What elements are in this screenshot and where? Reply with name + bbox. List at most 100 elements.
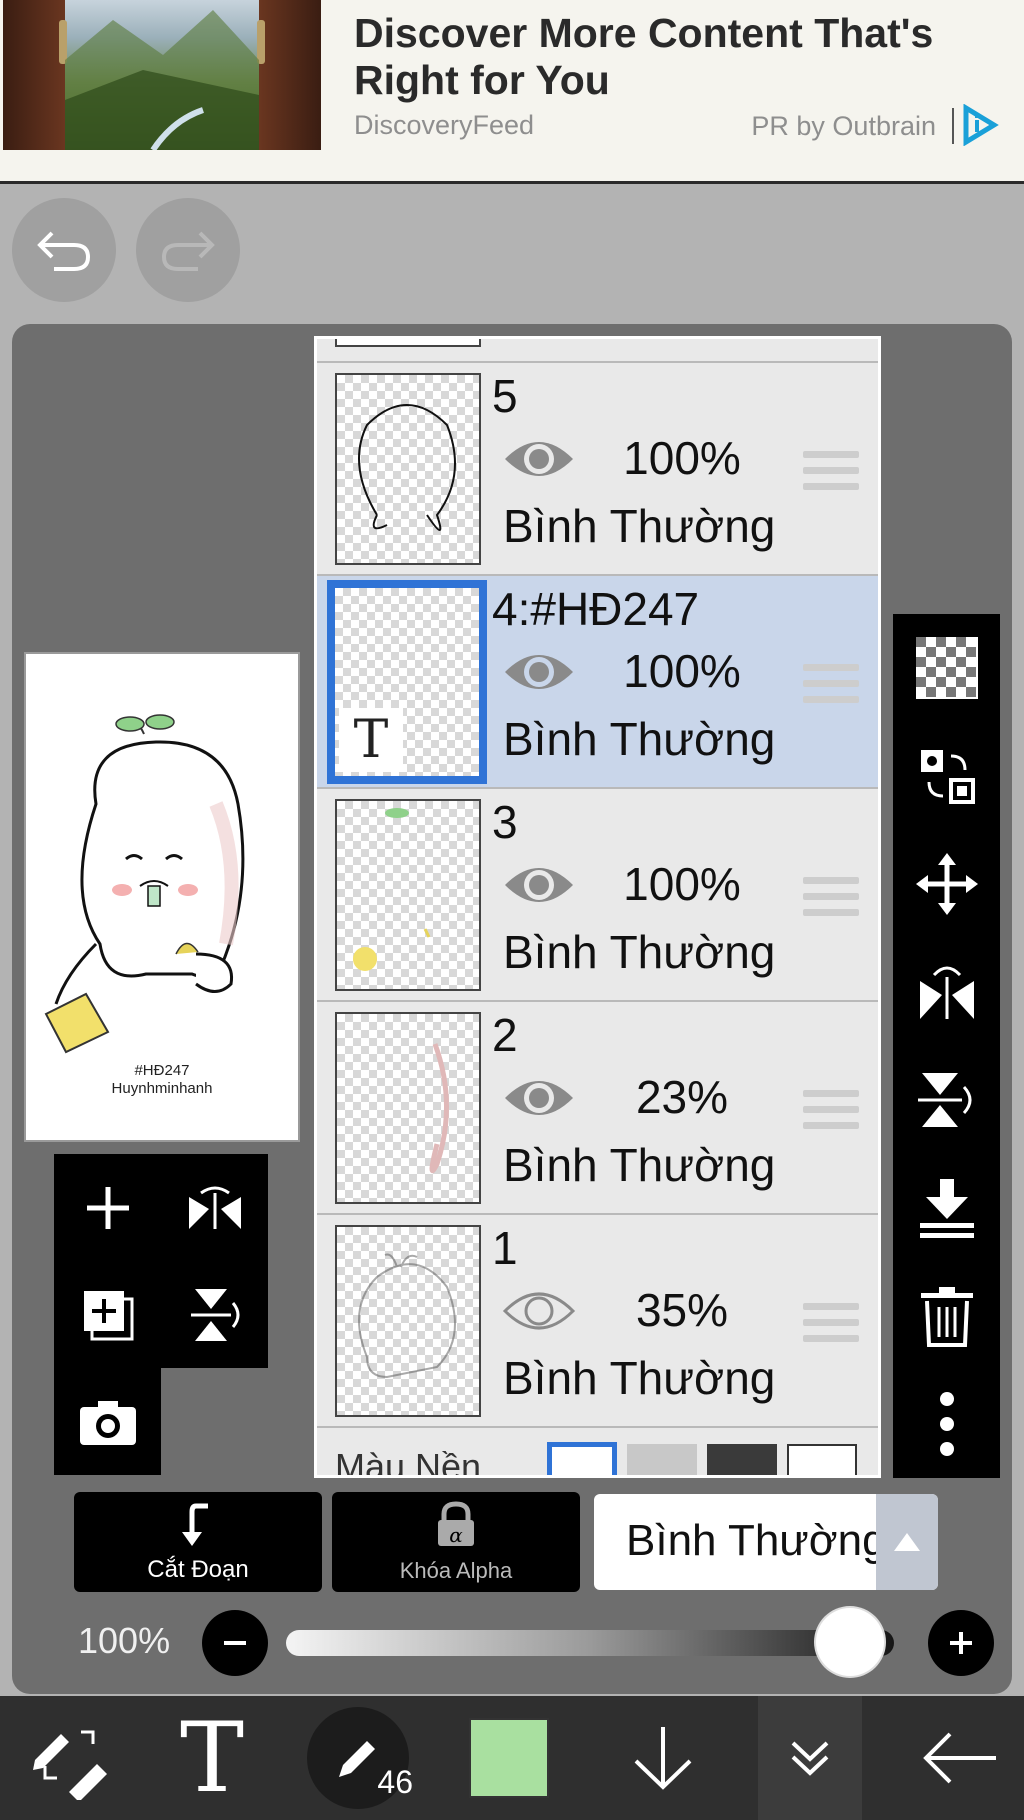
move-selection-button[interactable] [893, 722, 1000, 830]
camera-button[interactable] [54, 1368, 161, 1475]
opacity-decrease-button[interactable] [202, 1610, 268, 1676]
tool-switch-button[interactable] [14, 1696, 124, 1820]
camera-icon [79, 1400, 136, 1445]
arrow-left-icon [923, 1732, 996, 1784]
layer-list[interactable]: 5 100% Bình Thường T 4:#HĐ247 100% Bình … [314, 336, 881, 1478]
flip-layer-vertical-button[interactable] [893, 1046, 1000, 1154]
brush-size-button[interactable]: 46 [306, 1696, 413, 1820]
merge-down-icon [919, 1179, 974, 1238]
layer-row[interactable]: 2 23% Bình Thường [317, 1002, 878, 1215]
ad-sponsor-label[interactable]: PR by Outbrain [751, 111, 936, 142]
redo-button[interactable] [136, 198, 240, 302]
layer-name: 5 [492, 370, 518, 422]
flip-layer-horizontal-button[interactable] [893, 938, 1000, 1046]
layer-opacity[interactable]: 35% [607, 1283, 757, 1337]
eye-icon[interactable] [501, 857, 577, 913]
alpha-lock-button[interactable]: α Khóa Alpha [332, 1492, 580, 1592]
ad-title[interactable]: Discover More Content That's Right for Y… [354, 10, 994, 104]
bg-custom-swatch[interactable] [787, 1444, 857, 1475]
layer-blend-mode[interactable]: Bình Thường [503, 499, 775, 553]
eye-icon[interactable] [501, 431, 577, 487]
plus-icon [950, 1632, 972, 1654]
transparent-fill-button[interactable] [893, 614, 1000, 722]
text-tool-button[interactable]: T [162, 1696, 262, 1820]
more-options-button[interactable] [893, 1370, 1000, 1478]
checkerboard-icon [915, 637, 978, 699]
minus-icon [224, 1641, 246, 1645]
blend-mode-value: Bình Thường [626, 1516, 887, 1565]
plus-icon [86, 1186, 129, 1229]
layer-row[interactable]: 1 35% Bình Thường [317, 1215, 878, 1428]
svg-text:α: α [449, 1523, 463, 1547]
ad-source: DiscoveryFeed [354, 110, 535, 140]
bg-white-swatch[interactable] [547, 1442, 617, 1475]
eye-icon[interactable] [501, 1070, 577, 1126]
back-button[interactable] [910, 1696, 1010, 1820]
layer-name: 4:#HĐ247 [492, 583, 700, 635]
flip-horizontal-icon [188, 1186, 241, 1229]
layer-thumbnail: T [327, 580, 487, 784]
layer-blend-mode[interactable]: Bình Thường [503, 712, 775, 766]
move-button[interactable] [893, 830, 1000, 938]
layer-thumbnail [335, 799, 481, 991]
drag-handle-icon[interactable] [803, 1303, 859, 1351]
add-copy-icon [83, 1290, 133, 1340]
flip-vertical-button[interactable] [161, 1261, 268, 1368]
opacity-slider-knob[interactable] [816, 1608, 884, 1676]
canvas-preview[interactable]: #HĐ247 Huynhminhanh [24, 652, 300, 1142]
redo-icon [161, 231, 215, 271]
drag-handle-icon[interactable] [803, 1090, 859, 1138]
bottom-toolbar: T 46 [0, 1696, 1024, 1820]
chevron-double-down-icon [791, 1741, 829, 1776]
preview-author: Huynhminhanh [111, 1080, 213, 1097]
outbrain-icon[interactable] [958, 104, 1000, 146]
blend-mode-dropdown[interactable] [876, 1494, 938, 1590]
eye-icon[interactable] [501, 644, 577, 700]
move-down-button[interactable] [620, 1696, 706, 1820]
layer-opacity[interactable]: 100% [607, 644, 757, 698]
alpha-lock-label: Khóa Alpha [399, 1558, 513, 1583]
drag-handle-icon[interactable] [803, 877, 859, 925]
collapse-panel-button[interactable] [758, 1696, 862, 1820]
background-color-row[interactable]: Màu Nền [317, 1428, 878, 1475]
add-copy-layer-button[interactable] [54, 1261, 161, 1368]
clipping-button[interactable]: Cắt Đoạn [74, 1492, 322, 1592]
layer-blend-mode[interactable]: Bình Thường [503, 925, 775, 979]
layer-row[interactable]: 3 100% Bình Thường [317, 789, 878, 1002]
ad-banner[interactable]: Discover More Content That's Right for Y… [0, 0, 1024, 184]
layer-row[interactable]: 5 100% Bình Thường [317, 363, 878, 576]
drag-handle-icon[interactable] [803, 664, 859, 712]
layer-thumbnail [335, 1012, 481, 1204]
color-button[interactable] [466, 1696, 552, 1820]
ad-divider [952, 108, 954, 144]
bg-checker-swatch[interactable] [627, 1444, 697, 1475]
opacity-slider[interactable] [286, 1630, 894, 1656]
layer-blend-mode[interactable]: Bình Thường [503, 1138, 775, 1192]
opacity-increase-button[interactable] [928, 1610, 994, 1676]
eye-icon[interactable] [501, 1283, 577, 1339]
add-layer-button[interactable] [54, 1154, 161, 1261]
drag-handle-icon[interactable] [803, 451, 859, 499]
undo-button[interactable] [12, 198, 116, 302]
layer-name: 3 [492, 796, 518, 848]
text-layer-icon: T [339, 708, 403, 772]
pen-eraser-icon [33, 1730, 107, 1800]
chevron-up-icon [894, 1533, 920, 1551]
layer-row-selected[interactable]: T 4:#HĐ247 100% Bình Thường [317, 576, 878, 789]
layer-opacity[interactable]: 23% [607, 1070, 757, 1124]
text-tool-icon: T [179, 1702, 245, 1814]
merge-down-button[interactable] [893, 1154, 1000, 1262]
bg-dark-swatch[interactable] [707, 1444, 777, 1475]
flip-horizontal-button[interactable] [161, 1154, 268, 1261]
ad-image[interactable] [3, 0, 321, 150]
layer-opacity[interactable]: 100% [607, 431, 757, 485]
flip-vertical-icon [190, 1288, 239, 1341]
preview-tag: #HĐ247 [134, 1062, 190, 1079]
blend-mode-select[interactable]: Bình Thường [594, 1494, 938, 1590]
arrow-down-icon [634, 1727, 692, 1790]
layer-blend-mode[interactable]: Bình Thường [503, 1351, 775, 1405]
current-color-swatch [469, 1718, 549, 1798]
delete-layer-button[interactable] [893, 1262, 1000, 1370]
layer-opacity[interactable]: 100% [607, 857, 757, 911]
opacity-label: 100% [78, 1620, 171, 1661]
